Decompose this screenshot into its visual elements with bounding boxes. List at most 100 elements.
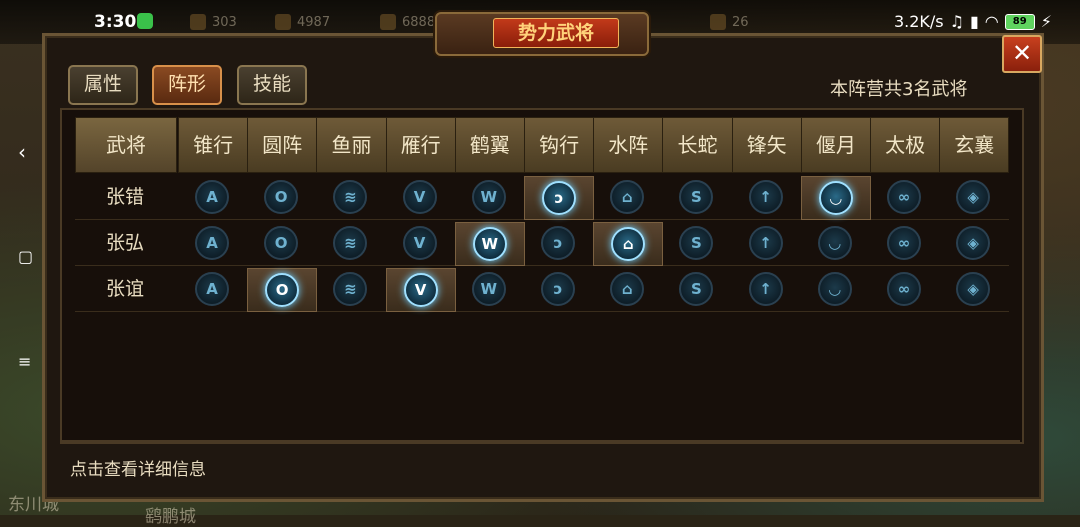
- formation-slot[interactable]: ⌂: [593, 176, 661, 218]
- formation-icon: ↑: [748, 180, 783, 214]
- formation-slot[interactable]: ≋: [316, 268, 384, 310]
- back-nav-icon[interactable]: ‹: [18, 140, 26, 164]
- formation-slot[interactable]: ◈: [939, 268, 1007, 310]
- formation-icon: S: [679, 226, 714, 260]
- formation-slot[interactable]: O: [247, 222, 315, 264]
- close-button[interactable]: ✕: [1002, 35, 1042, 73]
- resource-food: 6888: [380, 14, 435, 30]
- formation-icon: ↄ: [541, 226, 575, 260]
- general-count-summary: 本阵营共3名武将: [830, 79, 968, 100]
- formation-icon: ◈: [956, 226, 991, 260]
- header-cell-formation: 钩行: [524, 117, 595, 173]
- formation-slot[interactable]: ↄ: [524, 176, 594, 220]
- signal-icon: ▮: [969, 12, 979, 31]
- formation-icon: ⌂: [610, 180, 645, 214]
- formation-icon: V: [402, 180, 437, 214]
- formation-icon: ↄ: [541, 272, 575, 306]
- formation-slot[interactable]: S: [662, 176, 730, 218]
- header-cell-formation: 玄襄: [939, 117, 1010, 173]
- formation-icon: ⌂: [611, 227, 646, 261]
- header-cell-formation: 锋矢: [731, 117, 802, 173]
- app-notification-icon: [137, 13, 153, 29]
- formation-icon: ≋: [333, 272, 368, 306]
- formation-slot[interactable]: ↑: [732, 268, 800, 310]
- status-indicators: 3.2K/s ♫ ▮ ◠ 89 ⚡: [894, 12, 1052, 31]
- formation-slot[interactable]: S: [662, 268, 730, 310]
- formation-slot[interactable]: ◡: [801, 222, 869, 264]
- formation-slot[interactable]: W: [455, 176, 523, 218]
- formation-slot[interactable]: A: [178, 222, 246, 264]
- formation-slot[interactable]: A: [178, 268, 246, 310]
- food-icon: [380, 14, 396, 30]
- hint-text: 点击查看详细信息: [70, 460, 206, 480]
- formation-icon: V: [402, 226, 437, 260]
- formation-slot[interactable]: ∞: [870, 268, 938, 310]
- formation-slot[interactable]: ⌂: [593, 268, 661, 310]
- formation-icon: ≋: [333, 226, 368, 260]
- wood-icon: [190, 14, 206, 30]
- formation-icon: ↑: [748, 272, 783, 306]
- tab-attributes[interactable]: 属性: [68, 65, 138, 105]
- formation-slot[interactable]: ∞: [870, 176, 938, 218]
- formation-slot[interactable]: ↑: [732, 176, 800, 218]
- formation-icon: ◡: [818, 181, 853, 215]
- divider: [60, 440, 1020, 442]
- formation-icon: ◡: [817, 226, 852, 260]
- home-nav-icon[interactable]: ▢: [18, 247, 33, 266]
- formation-icon: O: [264, 226, 299, 260]
- header-cell-formation: 长蛇: [662, 117, 733, 173]
- formation-slot[interactable]: ↑: [732, 222, 800, 264]
- formation-slot[interactable]: ∞: [870, 222, 938, 264]
- formation-icon: W: [471, 272, 506, 306]
- formation-icon: ◡: [817, 272, 852, 306]
- formation-slot[interactable]: V: [386, 176, 454, 218]
- formation-icon: ∞: [887, 180, 921, 214]
- resource-wood: 303: [190, 14, 237, 30]
- header-cell-formation: 太极: [870, 117, 941, 173]
- formation-slot[interactable]: A: [178, 176, 246, 218]
- formation-slot[interactable]: ◈: [939, 176, 1007, 218]
- resource-gold: 26: [710, 14, 749, 30]
- header-cell-formation: 雁行: [385, 117, 456, 173]
- tab-skills[interactable]: 技能: [237, 65, 307, 105]
- formation-slot[interactable]: V: [386, 222, 454, 264]
- formation-slot[interactable]: ↄ: [524, 222, 592, 264]
- panel-title: 势力武将: [493, 18, 619, 48]
- formation-slot[interactable]: O: [247, 268, 318, 312]
- formation-icon: S: [679, 180, 714, 214]
- formation-icon: V: [403, 273, 438, 307]
- formation-icon: ◈: [956, 272, 991, 306]
- formation-slot[interactable]: ↄ: [524, 268, 592, 310]
- header-cell-formation: 锥行: [178, 117, 249, 173]
- formation-slot[interactable]: ≋: [316, 176, 384, 218]
- clock: 3:30: [94, 12, 137, 32]
- formation-slot[interactable]: W: [455, 268, 523, 310]
- formation-icon: ∞: [887, 226, 921, 260]
- formation-slot[interactable]: W: [454, 222, 525, 266]
- formation-slot[interactable]: S: [662, 222, 730, 264]
- formation-slot[interactable]: O: [247, 176, 315, 218]
- formation-slot[interactable]: ≋: [316, 222, 384, 264]
- formation-slot[interactable]: ◡: [800, 176, 871, 220]
- gold-icon: [710, 14, 726, 30]
- resource-stone: 4987: [275, 14, 330, 30]
- general-name[interactable]: 张谊: [75, 268, 175, 310]
- formation-icon: A: [195, 272, 229, 306]
- general-name[interactable]: 张弘: [75, 222, 175, 264]
- tab-formation[interactable]: 阵形: [152, 65, 222, 105]
- header-cell-formation: 水阵: [593, 117, 664, 173]
- menu-nav-icon[interactable]: ≡: [18, 352, 31, 371]
- formation-slot[interactable]: ◈: [939, 222, 1007, 264]
- formation-slot[interactable]: ◡: [801, 268, 869, 310]
- header-cell-formation: 鱼丽: [316, 117, 387, 173]
- formation-slot[interactable]: V: [385, 268, 456, 312]
- formation-icon: ≋: [333, 180, 368, 214]
- formation-icon: A: [195, 226, 229, 260]
- header-cell-formation: 偃月: [800, 117, 871, 173]
- charging-icon: ⚡: [1040, 12, 1052, 31]
- formation-slot[interactable]: ⌂: [593, 222, 664, 266]
- battery-icon: 89: [1004, 13, 1035, 30]
- formation-icon: A: [195, 180, 229, 214]
- formation-icon: ↄ: [542, 181, 576, 215]
- general-name[interactable]: 张错: [75, 176, 175, 218]
